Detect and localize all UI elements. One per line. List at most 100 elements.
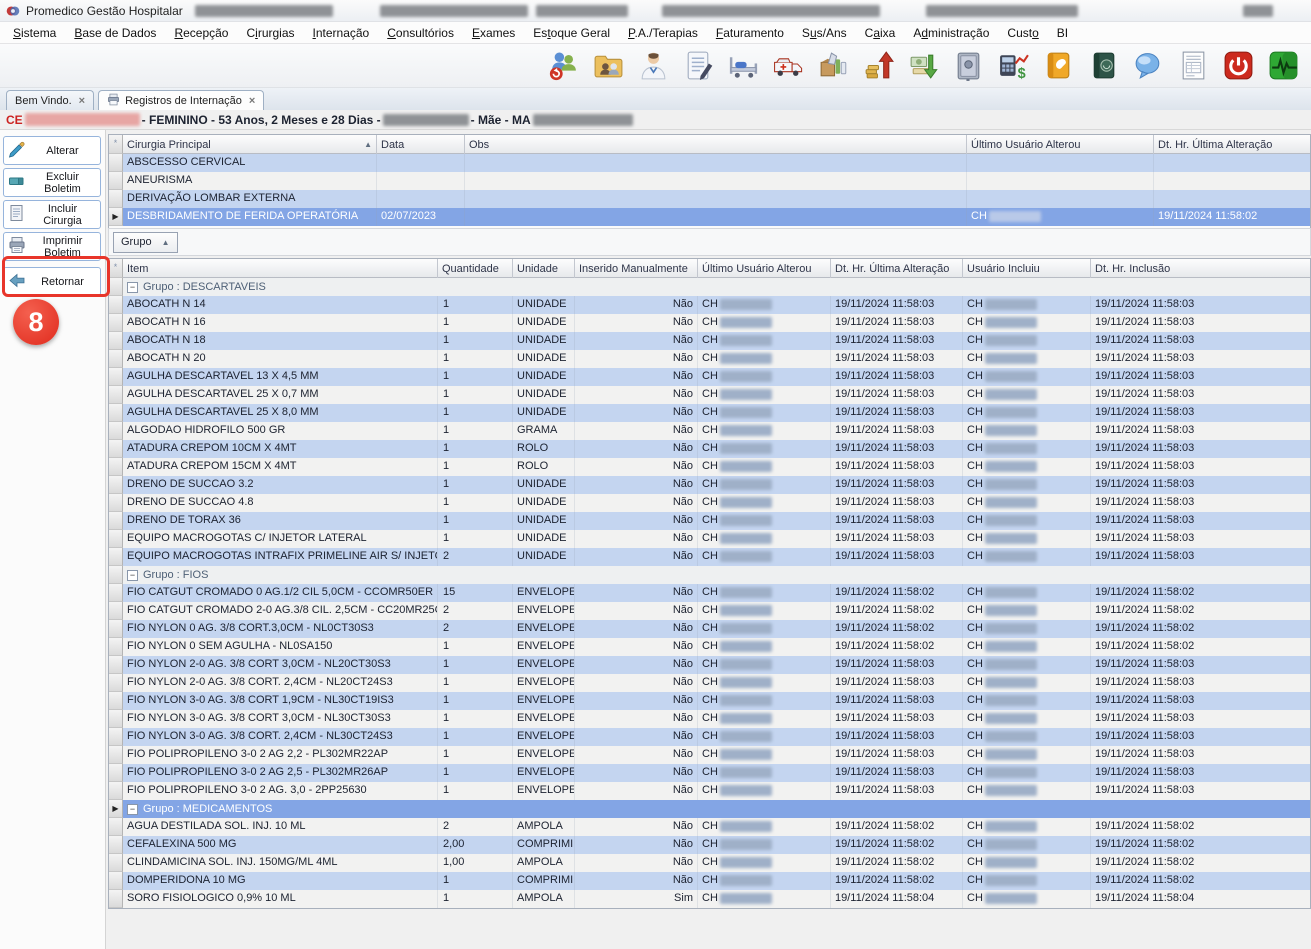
safe-icon[interactable] bbox=[951, 48, 986, 83]
ledger-book-icon[interactable] bbox=[1086, 48, 1121, 83]
menu-item-recepcao[interactable]: Recepção bbox=[165, 24, 237, 42]
item-row[interactable]: ATADURA CREPOM 10CM X 4MT1ROLONãoCH19/11… bbox=[109, 440, 1310, 458]
incluir-cirurgia-button[interactable]: Incluir Cirurgia bbox=[3, 200, 101, 229]
column-header-ultimo-usuario-alterou[interactable]: Último Usuário Alterou bbox=[698, 259, 831, 278]
group-by-chip-grupo[interactable]: Grupo ▲ bbox=[113, 232, 178, 253]
item-row[interactable]: ABOCATH N 181UNIDADENãoCH19/11/2024 11:5… bbox=[109, 332, 1310, 350]
item-row[interactable]: CEFALEXINA 500 MG2,00COMPRIMIDNãoCH19/11… bbox=[109, 836, 1310, 854]
group-row-grupo-medicamentos[interactable]: ▶−Grupo : MEDICAMENTOS bbox=[109, 800, 1310, 818]
item-row[interactable]: ALGODAO HIDROFILO 500 GR1GRAMANãoCH19/11… bbox=[109, 422, 1310, 440]
item-row[interactable]: ABOCATH N 201UNIDADENãoCH19/11/2024 11:5… bbox=[109, 350, 1310, 368]
item-row[interactable]: AGUA DESTILADA SOL. INJ. 10 ML2AMPOLANão… bbox=[109, 818, 1310, 836]
menu-item-exames[interactable]: Exames bbox=[463, 24, 524, 42]
item-row[interactable]: CLINDAMICINA SOL. INJ. 150MG/ML 4ML1,00A… bbox=[109, 854, 1310, 872]
redacted-user-name bbox=[985, 497, 1037, 508]
imprimir-boletim-button[interactable]: Imprimir Boletim bbox=[3, 232, 101, 261]
item-row[interactable]: ABOCATH N 161UNIDADENãoCH19/11/2024 11:5… bbox=[109, 314, 1310, 332]
item-row[interactable]: FIO NYLON 3-0 AG. 3/8 CORT 1,9CM - NL30C… bbox=[109, 692, 1310, 710]
surgery-row[interactable]: ▶DESBRIDAMENTO DE FERIDA OPERATÓRIA02/07… bbox=[109, 208, 1310, 226]
item-row[interactable]: ATADURA CREPOM 15CM X 4MT1ROLONãoCH19/11… bbox=[109, 458, 1310, 476]
item-row[interactable]: FIO NYLON 0 SEM AGULHA - NL0SA1501ENVELO… bbox=[109, 638, 1310, 656]
column-header-unidade[interactable]: Unidade bbox=[513, 259, 575, 278]
doctor-icon[interactable] bbox=[636, 48, 671, 83]
item-row[interactable]: FIO POLIPROPILENO 3-0 2 AG. 3,0 - 2PP256… bbox=[109, 782, 1310, 800]
menu-item-consultorios[interactable]: Consultórios bbox=[378, 24, 463, 42]
item-row[interactable]: FIO NYLON 0 AG. 3/8 CORT.3,0CM - NL0CT30… bbox=[109, 620, 1310, 638]
item-row[interactable]: FIO NYLON 2-0 AG. 3/8 CORT. 2,4CM - NL20… bbox=[109, 674, 1310, 692]
menu-item-internacao[interactable]: Internação bbox=[304, 24, 379, 42]
item-row[interactable]: DOMPERIDONA 10 MG1COMPRIMIDNãoCH19/11/20… bbox=[109, 872, 1310, 890]
item-row[interactable]: AGULHA DESCARTAVEL 25 X 0,7 MM1UNIDADENã… bbox=[109, 386, 1310, 404]
menu-item-p-a-terapias[interactable]: P.A./Terapias bbox=[619, 24, 707, 42]
item-row[interactable]: DRENO DE SUCCAO 3.21UNIDADENãoCH19/11/20… bbox=[109, 476, 1310, 494]
tab-close-icon[interactable]: × bbox=[79, 95, 85, 107]
retornar-button[interactable]: Retornar bbox=[3, 267, 101, 296]
phone-book-icon[interactable] bbox=[1041, 48, 1076, 83]
collapse-group-icon[interactable]: − bbox=[127, 570, 138, 581]
hospital-bed-icon[interactable] bbox=[726, 48, 761, 83]
menu-item-sistema[interactable]: Sistema bbox=[4, 24, 65, 42]
item-row[interactable]: FIO NYLON 2-0 AG. 3/8 CORT 3,0CM - NL20C… bbox=[109, 656, 1310, 674]
column-header-dt-hr-ultima-alteracao[interactable]: Dt. Hr. Última Alteração bbox=[831, 259, 963, 278]
menu-item-bi[interactable]: BI bbox=[1048, 24, 1077, 42]
item-row[interactable]: FIO POLIPROPILENO 3-0 2 AG 2,5 - PL302MR… bbox=[109, 764, 1310, 782]
collapse-group-icon[interactable]: − bbox=[127, 282, 138, 293]
user-prefix: CH bbox=[702, 514, 718, 526]
column-header-item[interactable]: Item bbox=[123, 259, 438, 278]
column-header-usuario-incluiu[interactable]: Usuário Incluiu bbox=[963, 259, 1091, 278]
row-indicator-cell: ▶ bbox=[109, 208, 123, 226]
column-header-data[interactable]: Data bbox=[377, 135, 465, 154]
vitals-monitor-icon[interactable] bbox=[1266, 48, 1301, 83]
menu-item-administracao[interactable]: Administração bbox=[904, 24, 998, 42]
item-row[interactable]: AGULHA DESCARTAVEL 25 X 8,0 MM1UNIDADENã… bbox=[109, 404, 1310, 422]
item-row[interactable]: FIO CATGUT CROMADO 0 AG.1/2 CIL 5,0CM - … bbox=[109, 584, 1310, 602]
item-row[interactable]: DRENO DE TORAX 361UNIDADENãoCH19/11/2024… bbox=[109, 512, 1310, 530]
column-header-dt-hr-ultima-alteracao[interactable]: Dt. Hr. Última Alteração bbox=[1154, 135, 1311, 154]
billing-up-icon[interactable] bbox=[861, 48, 896, 83]
invoice-report-icon[interactable] bbox=[1176, 48, 1211, 83]
item-row[interactable]: SORO FISIOLOGICO 0,9% 10 ML1AMPOLASimCH1… bbox=[109, 890, 1310, 908]
menu-item-caixa[interactable]: Caixa bbox=[856, 24, 905, 42]
tab-registros-de-internacao[interactable]: Registros de Internação× bbox=[98, 90, 264, 110]
item-row[interactable]: DRENO DE SUCCAO 4.81UNIDADENãoCH19/11/20… bbox=[109, 494, 1310, 512]
menu-item-estoque-geral[interactable]: Estoque Geral bbox=[524, 24, 619, 42]
item-row[interactable]: AGULHA DESCARTAVEL 13 X 4,5 MM1UNIDADENã… bbox=[109, 368, 1310, 386]
records-folder-icon[interactable] bbox=[591, 48, 626, 83]
item-row[interactable]: EQUIPO MACROGOTAS C/ INJETOR LATERAL1UNI… bbox=[109, 530, 1310, 548]
column-header-inserido-manualmente[interactable]: Inserido Manualmente bbox=[575, 259, 698, 278]
finance-calculator-icon[interactable]: $ bbox=[996, 48, 1031, 83]
collapse-group-icon[interactable]: − bbox=[127, 804, 138, 815]
column-header-dt-hr-inclusao[interactable]: Dt. Hr. Inclusão bbox=[1091, 259, 1311, 278]
column-header-cirurgia-principal[interactable]: Cirurgia Principal▲ bbox=[123, 135, 377, 154]
column-header-obs[interactable]: Obs bbox=[465, 135, 967, 154]
surgery-row[interactable]: DERIVAÇÃO LOMBAR EXTERNA bbox=[109, 190, 1310, 208]
surgery-row[interactable]: ABSCESSO CERVICAL bbox=[109, 154, 1310, 172]
item-row[interactable]: EQUIPO MACROGOTAS INTRAFIX PRIMELINE AIR… bbox=[109, 548, 1310, 566]
alterar-button[interactable]: Alterar bbox=[3, 136, 101, 165]
menu-item-sus-ans[interactable]: Sus/Ans bbox=[793, 24, 856, 42]
ambulance-icon[interactable] bbox=[771, 48, 806, 83]
group-row-grupo-fios[interactable]: −Grupo : FIOS bbox=[109, 566, 1310, 584]
item-row[interactable]: FIO POLIPROPILENO 3-0 2 AG 2,2 - PL302MR… bbox=[109, 746, 1310, 764]
column-header-quantidade[interactable]: Quantidade bbox=[438, 259, 513, 278]
item-row[interactable]: FIO NYLON 3-0 AG. 3/8 CORT 3,0CM - NL30C… bbox=[109, 710, 1310, 728]
payments-down-icon[interactable] bbox=[906, 48, 941, 83]
menu-item-base-de-dados[interactable]: Base de Dados bbox=[65, 24, 165, 42]
tab-close-icon[interactable]: × bbox=[249, 95, 255, 107]
column-header-ultimo-usuario-alterou[interactable]: Último Usuário Alterou bbox=[967, 135, 1154, 154]
group-row-grupo-descartaveis[interactable]: −Grupo : DESCARTAVEIS bbox=[109, 278, 1310, 296]
chat-bubble-icon[interactable] bbox=[1131, 48, 1166, 83]
tab-bem-vindo[interactable]: Bem Vindo.× bbox=[6, 90, 94, 110]
excluir-boletim-button[interactable]: Excluir Boletim bbox=[3, 168, 101, 197]
menu-item-custo[interactable]: Custo bbox=[998, 24, 1047, 42]
exam-note-icon[interactable] bbox=[681, 48, 716, 83]
patients-sync-icon[interactable] bbox=[546, 48, 581, 83]
item-row[interactable]: ABOCATH N 141UNIDADENãoCH19/11/2024 11:5… bbox=[109, 296, 1310, 314]
power-exit-icon[interactable] bbox=[1221, 48, 1256, 83]
item-row[interactable]: FIO NYLON 3-0 AG. 3/8 CORT. 2,4CM - NL30… bbox=[109, 728, 1310, 746]
menu-item-faturamento[interactable]: Faturamento bbox=[707, 24, 793, 42]
stock-supplies-icon[interactable] bbox=[816, 48, 851, 83]
item-row[interactable]: FIO CATGUT CROMADO 2-0 AG.3/8 CIL. 2,5CM… bbox=[109, 602, 1310, 620]
menu-item-cirurgias[interactable]: Cirurgias bbox=[237, 24, 303, 42]
surgery-row[interactable]: ANEURISMA bbox=[109, 172, 1310, 190]
